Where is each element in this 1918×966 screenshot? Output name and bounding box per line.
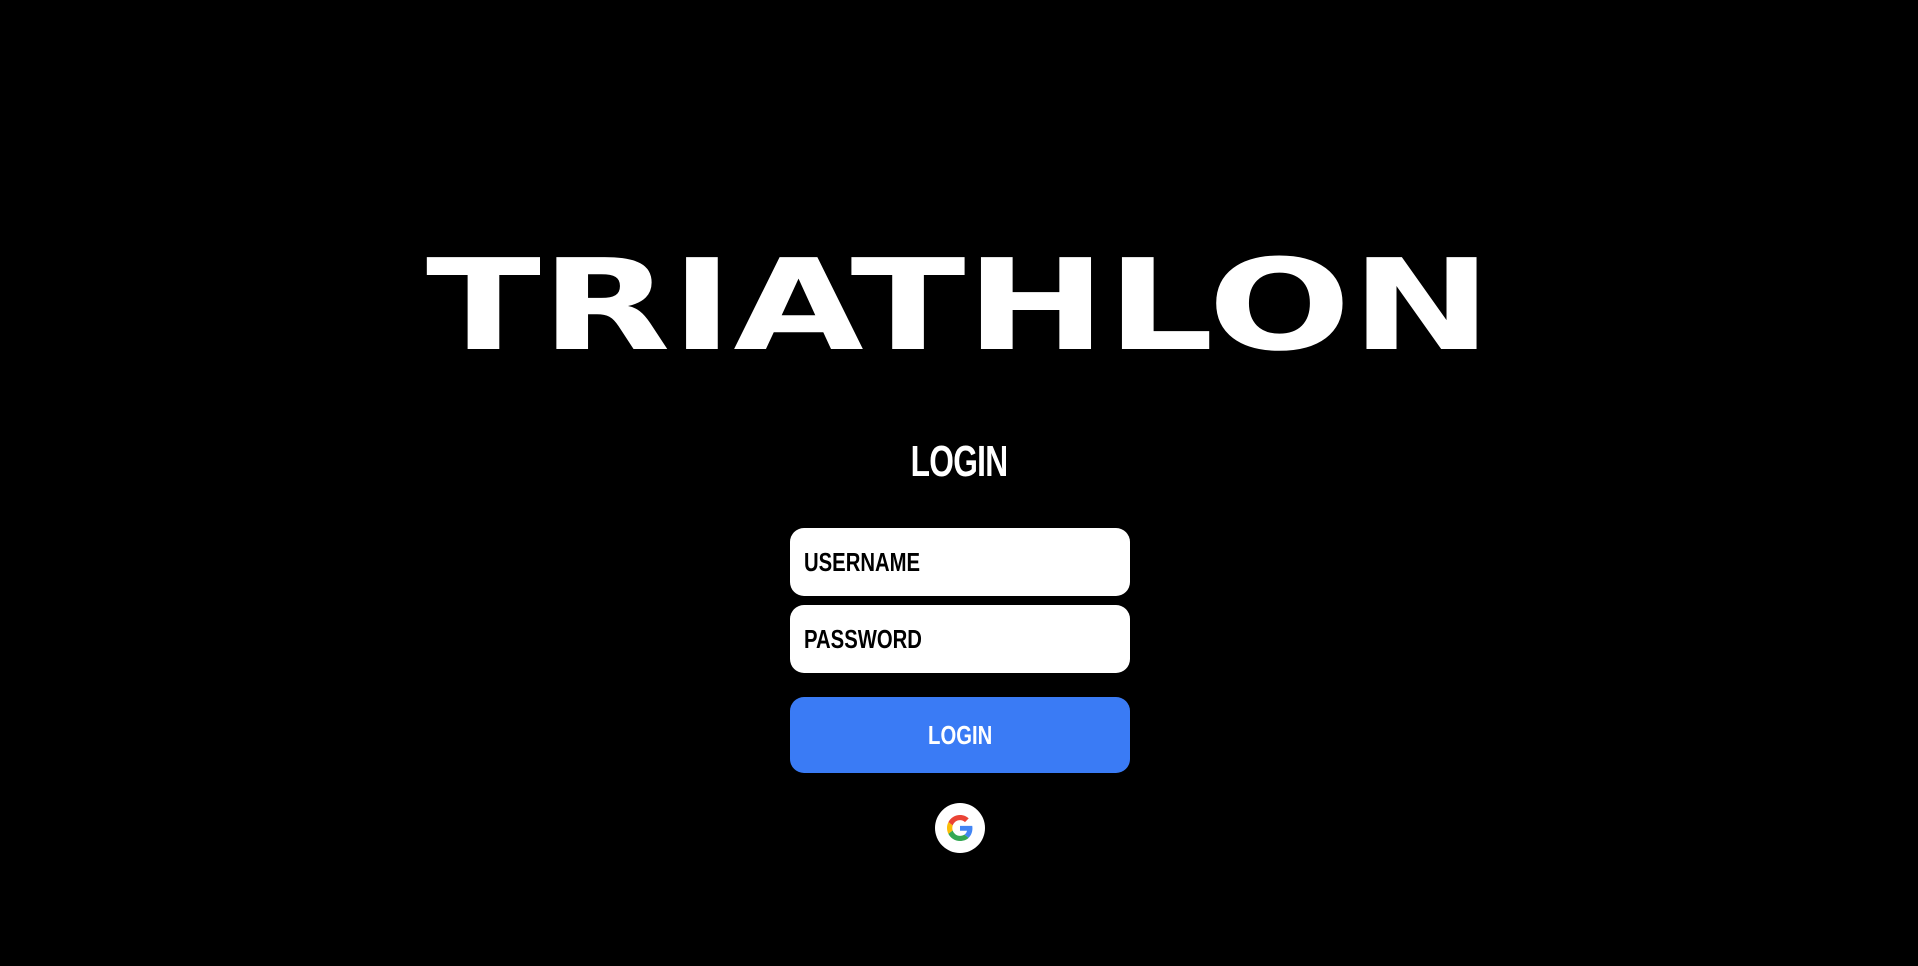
brand-wordmark: TRIATHLON [426,243,1492,363]
login-button[interactable]: LOGIN [790,697,1130,773]
username-field[interactable] [790,528,1130,596]
password-field[interactable] [790,605,1130,673]
login-page: TRIATHLON LOGIN LOGIN [0,0,1918,966]
google-sign-in-button[interactable] [935,803,985,853]
brand-title: TRIATHLON [426,243,1492,363]
login-button-label: LOGIN [927,719,993,750]
username-input[interactable] [804,528,1059,596]
brand-logo: TRIATHLON [0,243,1918,363]
password-input[interactable] [804,605,1059,673]
google-icon [947,815,973,841]
login-heading: LOGIN [910,437,1008,486]
